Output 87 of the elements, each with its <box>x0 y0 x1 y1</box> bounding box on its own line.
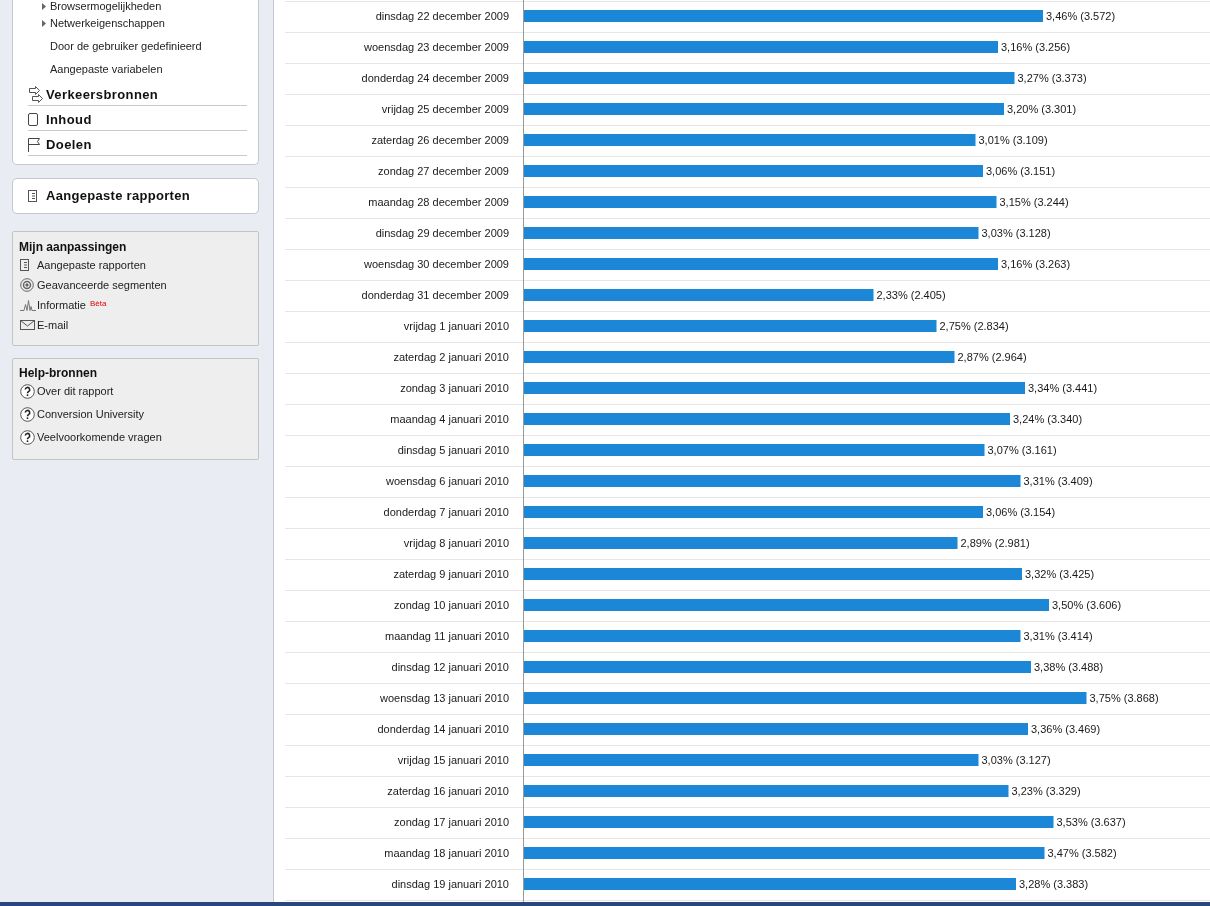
date-label: zondag 27 december 2009 <box>378 165 509 177</box>
value-label: 3,16% (3.256) <box>1001 41 1071 53</box>
value-label: 3,23% (3.329) <box>1011 785 1081 797</box>
date-label: maandag 11 januari 2010 <box>385 630 509 642</box>
value-label: 3,03% (3.127) <box>981 754 1051 766</box>
help-icon <box>20 430 35 445</box>
help-icon <box>20 384 35 399</box>
help-icon <box>20 407 35 422</box>
date-label: zondag 17 januari 2010 <box>394 816 509 828</box>
date-label: zaterdag 26 december 2009 <box>371 134 509 146</box>
value-label: 3,07% (3.161) <box>987 444 1057 456</box>
panel-link[interactable]: Conversion University <box>20 407 144 422</box>
date-label: dinsdag 29 december 2009 <box>375 227 509 239</box>
nav-item[interactable]: Aangepaste variabelen <box>50 63 163 76</box>
date-label: woensdag 30 december 2009 <box>364 258 509 270</box>
value-label: 2,89% (2.981) <box>960 537 1030 549</box>
value-label: 3,31% (3.414) <box>1023 630 1093 642</box>
nav-item[interactable]: Door de gebruiker gedefinieerd <box>50 40 202 53</box>
nav-section-link[interactable]: Doelen <box>28 136 92 153</box>
value-label: 3,24% (3.340) <box>1013 413 1083 425</box>
value-label: 3,06% (3.151) <box>986 165 1056 177</box>
value-label: 3,53% (3.637) <box>1056 816 1126 828</box>
date-label: donderdag 14 januari 2010 <box>377 723 509 735</box>
value-label: 3,75% (3.868) <box>1089 692 1159 704</box>
date-label: maandag 4 januari 2010 <box>390 413 509 425</box>
flag-icon <box>28 137 40 152</box>
value-label: 3,16% (3.263) <box>1001 258 1071 270</box>
date-label: zondag 10 januari 2010 <box>394 599 509 611</box>
value-label: 3,38% (3.488) <box>1034 661 1104 673</box>
value-label: 3,06% (3.154) <box>986 506 1056 518</box>
nav-section-link[interactable]: Inhoud <box>28 111 92 128</box>
value-label: 3,32% (3.425) <box>1025 568 1095 580</box>
date-label: donderdag 24 december 2009 <box>361 72 509 84</box>
date-label: vrijdag 15 januari 2010 <box>397 754 509 766</box>
value-label: 3,15% (3.244) <box>999 196 1069 208</box>
date-label: maandag 28 december 2009 <box>368 196 509 208</box>
date-label: zaterdag 16 januari 2010 <box>387 785 509 797</box>
date-label: zaterdag 2 januari 2010 <box>393 351 509 363</box>
value-label: 3,03% (3.128) <box>981 227 1051 239</box>
date-label: dinsdag 19 januari 2010 <box>391 878 509 890</box>
value-label: 2,33% (2.405) <box>876 289 946 301</box>
value-label: 3,36% (3.469) <box>1031 723 1101 735</box>
value-label: 3,27% (3.373) <box>1017 72 1087 84</box>
date-label: zaterdag 9 januari 2010 <box>393 568 509 580</box>
page-icon <box>28 113 38 126</box>
date-label: vrijdag 8 januari 2010 <box>403 537 509 549</box>
value-label: 3,31% (3.409) <box>1023 475 1093 487</box>
panel-link[interactable]: Aangepaste rapporten <box>20 258 146 272</box>
date-label: woensdag 13 januari 2010 <box>379 692 509 704</box>
envelope-icon <box>20 320 35 330</box>
nav-item[interactable]: Netwerkeigenschappen <box>42 17 165 30</box>
panel-link[interactable]: Veelvoorkomende vragen <box>20 430 162 445</box>
panel-link[interactable]: Geavanceerde segmenten <box>20 278 167 292</box>
custom-reports-button[interactable]: Aangepaste rapporten <box>12 178 259 214</box>
date-label: dinsdag 22 december 2009 <box>375 10 509 22</box>
value-label: 3,20% (3.301) <box>1007 103 1077 115</box>
panel-link[interactable]: E-mail <box>20 318 69 332</box>
value-label: 3,47% (3.582) <box>1047 847 1117 859</box>
date-label: donderdag 7 januari 2010 <box>383 506 509 518</box>
panel-link[interactable]: Informatie <box>20 298 86 312</box>
nav-section-link[interactable]: Verkeersbronnen <box>28 86 159 103</box>
beta-label: Bèta <box>89 299 107 308</box>
peaks-icon <box>20 299 36 311</box>
value-label: 3,50% (3.606) <box>1052 599 1122 611</box>
date-label: dinsdag 5 januari 2010 <box>397 444 509 456</box>
date-label: woensdag 23 december 2009 <box>364 41 509 53</box>
date-label: vrijdag 25 december 2009 <box>381 103 509 115</box>
target-icon <box>20 278 34 292</box>
date-label: vrijdag 1 januari 2010 <box>403 320 509 332</box>
value-label: 3,01% (3.109) <box>978 134 1048 146</box>
document-icon <box>20 259 29 271</box>
document-icon <box>28 190 37 202</box>
value-label: 2,87% (2.964) <box>957 351 1027 363</box>
date-label: woensdag 6 januari 2010 <box>386 475 509 487</box>
nav-item[interactable]: Browsermogelijkheden <box>42 0 162 13</box>
panel-link[interactable]: Over dit rapport <box>20 384 114 399</box>
panel-title: Help-bronnen <box>19 366 97 380</box>
value-label: 2,75% (2.834) <box>939 320 1009 332</box>
date-label: zondag 3 januari 2010 <box>400 382 509 394</box>
arrows-icon <box>28 86 45 103</box>
panel-title: Mijn aanpassingen <box>19 240 127 254</box>
date-label: maandag 18 januari 2010 <box>384 847 509 859</box>
value-label: 3,34% (3.441) <box>1028 382 1098 394</box>
date-label: dinsdag 12 januari 2010 <box>391 661 509 673</box>
date-label: donderdag 31 december 2009 <box>361 289 509 301</box>
value-label: 3,28% (3.383) <box>1019 878 1089 890</box>
value-label: 3,46% (3.572) <box>1046 10 1116 22</box>
